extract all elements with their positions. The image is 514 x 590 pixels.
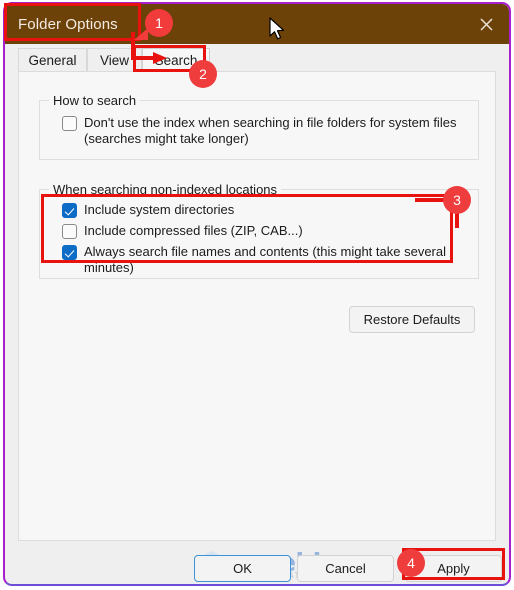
checkbox-dont-use-index[interactable] [62,116,77,131]
ok-button[interactable]: OK [194,555,291,582]
checkbox-row-dont-use-index[interactable]: Don't use the index when searching in fi… [62,115,462,147]
folder-options-dialog: Folder Options General View Search How t… [3,2,511,586]
annotation-badge-2: 2 [189,60,217,88]
close-button[interactable] [463,4,509,44]
annotation-badge-4: 4 [397,549,425,577]
restore-defaults-button[interactable]: Restore Defaults [349,306,475,333]
checkbox-label-dont-use-index: Don't use the index when searching in fi… [84,115,457,146]
close-x-icon [479,17,493,31]
group-how-to-search: How to search Don't use the index when s… [39,93,479,160]
cancel-button[interactable]: Cancel [297,555,394,582]
annotation-box-title [4,3,141,41]
group-how-to-search-title: How to search [49,93,141,108]
annotation-badge-3: 3 [443,186,471,214]
search-tab-panel: How to search Don't use the index when s… [18,71,496,541]
mouse-pointer-icon [269,17,285,40]
screenshot-root: Folder Options General View Search How t… [0,0,514,590]
annotation-badge-1: 1 [145,9,173,37]
tab-general[interactable]: General [18,48,87,72]
annotation-box-checkboxes [41,194,453,263]
tab-strip: General View Search [5,44,509,72]
